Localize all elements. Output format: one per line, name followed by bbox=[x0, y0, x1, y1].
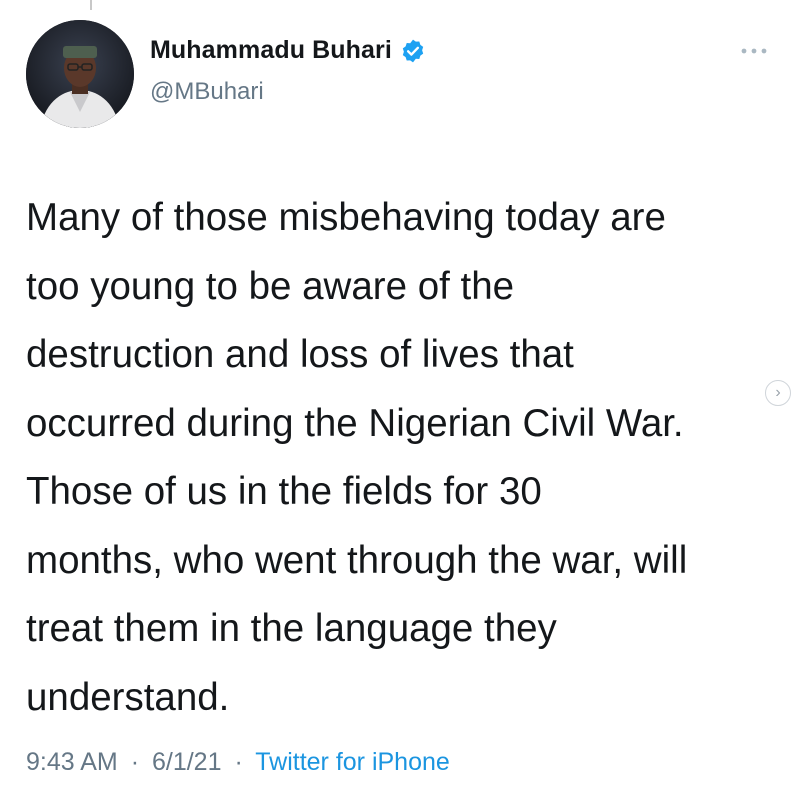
tweet-source[interactable]: Twitter for iPhone bbox=[255, 748, 450, 776]
more-options-icon[interactable] bbox=[740, 44, 768, 56]
divider bbox=[90, 0, 92, 10]
meta-separator: · bbox=[130, 748, 140, 776]
verified-badge-icon bbox=[400, 38, 426, 64]
meta-separator: · bbox=[234, 748, 243, 776]
avatar-image bbox=[26, 20, 134, 128]
tweet-time[interactable]: 9:43 AM bbox=[26, 748, 118, 776]
chevron-right-icon[interactable]: › bbox=[765, 380, 791, 406]
display-name[interactable]: Muhammadu Buhari bbox=[150, 36, 392, 65]
tweet-text: Many of those misbehaving today are too … bbox=[26, 196, 688, 719]
author-name-row[interactable]: Muhammadu Buhari bbox=[150, 36, 426, 65]
author-handle[interactable]: @MBuhari bbox=[150, 78, 264, 106]
tweet-card: Muhammadu Buhari @MBuhari Many of those … bbox=[0, 0, 798, 796]
tweet-date[interactable]: 6/1/21 bbox=[152, 748, 222, 776]
avatar[interactable] bbox=[26, 20, 134, 128]
tweet-meta: 9:43 AM · 6/1/21 · Twitter for iPhone bbox=[26, 748, 450, 777]
